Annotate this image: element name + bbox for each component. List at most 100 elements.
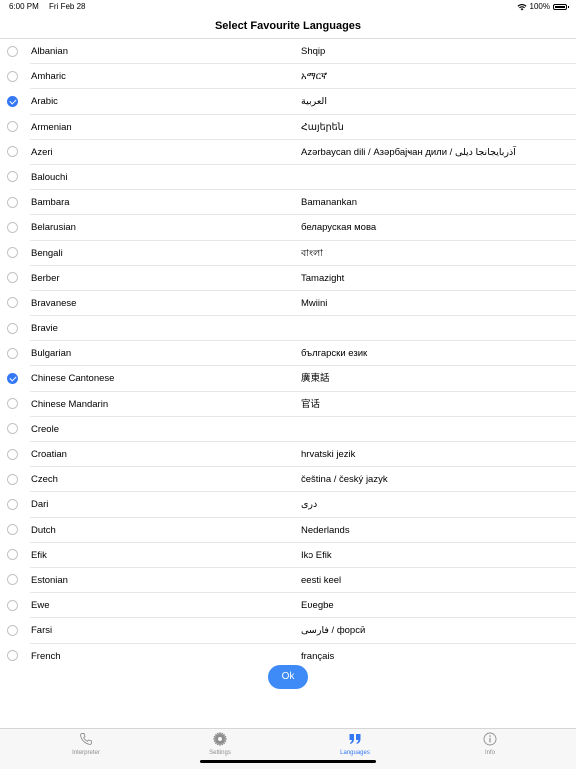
checkmark-empty-icon[interactable]	[7, 599, 18, 611]
gear-icon	[213, 732, 227, 746]
language-native-name: hrvatski jezik	[301, 449, 356, 460]
page-title: Select Favourite Languages	[214, 20, 362, 32]
checkmark-empty-icon[interactable]	[7, 171, 18, 183]
list-item[interactable]: Arabic العربية	[7, 89, 576, 115]
list-item[interactable]: Ewe Eʋegbe	[7, 593, 576, 619]
checkmark-empty-icon[interactable]	[7, 549, 18, 561]
list-item[interactable]: Belarusian беларуская мова	[7, 215, 576, 241]
list-item[interactable]: French français	[7, 644, 576, 661]
battery-percent: 100%	[529, 2, 550, 11]
list-item[interactable]: Croatian hrvatski jezik	[7, 442, 576, 468]
language-name: Berber	[31, 272, 60, 284]
tab-label: Settings	[209, 750, 231, 756]
language-native-name: čeština / český jazyk	[301, 474, 388, 486]
list-item[interactable]: Farsi فارسی / форсӣ	[7, 618, 576, 644]
info-icon	[483, 732, 497, 746]
checkmark-empty-icon[interactable]	[7, 196, 18, 208]
list-item[interactable]: Balouchi	[7, 165, 576, 191]
language-name: Azeri	[31, 146, 53, 158]
list-item[interactable]: Armenian Հայերեն	[7, 115, 576, 140]
tab-info[interactable]: Info	[440, 732, 540, 762]
list-item[interactable]: Albanian Shqip	[7, 39, 576, 65]
ok-button[interactable]: Ok	[268, 665, 308, 689]
language-name: Efik	[31, 549, 47, 561]
language-name: Bravie	[31, 323, 58, 335]
tab-interpreter[interactable]: Interpreter	[36, 732, 136, 762]
checkmark-empty-icon[interactable]	[7, 221, 18, 233]
list-item[interactable]: Creole	[7, 417, 576, 442]
language-name: Armenian	[31, 121, 72, 133]
list-item[interactable]: Azeri Azərbaycan dili / Азәрбајҹан дили /…	[7, 140, 576, 165]
language-name: Farsi	[31, 625, 53, 637]
tab-languages[interactable]: Languages	[305, 732, 405, 762]
wifi-icon	[517, 4, 527, 11]
language-native-name: Ikɔ Efik	[301, 549, 332, 561]
checkmark-empty-icon[interactable]	[7, 322, 18, 334]
list-item[interactable]: Bengali বাংলা	[7, 241, 576, 266]
list-item[interactable]: Efik Ikɔ Efik	[7, 543, 576, 568]
checkmark-empty-icon[interactable]	[7, 70, 18, 82]
language-name: Czech	[31, 474, 58, 486]
language-list[interactable]: Albanian Shqip Amharic አማርኛ Arabic العربية Arm…	[0, 38, 576, 661]
checkmark-empty-icon[interactable]	[7, 347, 18, 359]
language-native-name: 官话	[301, 398, 321, 410]
status-right: 100%	[517, 0, 569, 14]
list-item[interactable]: Czech čeština / český jazyk	[7, 467, 576, 493]
checkmark-empty-icon[interactable]	[7, 121, 18, 133]
tab-label: Languages	[340, 750, 370, 756]
language-name: Croatian	[31, 449, 67, 460]
list-item[interactable]: Bambara Bamanankan	[7, 190, 576, 216]
quote-icon	[349, 734, 361, 744]
checkmark-empty-icon[interactable]	[7, 624, 18, 636]
status-time: 6:00 PM	[9, 2, 39, 11]
tab-label: Interpreter	[72, 750, 100, 756]
checkmark-empty-icon[interactable]	[7, 247, 18, 258]
phone-icon	[80, 733, 92, 745]
checkmark-empty-icon[interactable]	[7, 398, 18, 410]
list-item[interactable]: Dari دری	[7, 492, 576, 518]
status-left: 6:00 PM Fri Feb 28	[9, 0, 94, 14]
list-item[interactable]: Amharic አማርኛ	[7, 64, 576, 90]
language-name: Belarusian	[31, 222, 76, 234]
language-native-name: فارسی / форсӣ	[301, 625, 366, 637]
language-name: Balouchi	[31, 171, 68, 183]
language-name: Amharic	[31, 71, 66, 83]
list-item[interactable]: Bulgarian български език	[7, 341, 576, 367]
checkmark-empty-icon[interactable]	[7, 45, 18, 57]
language-native-name: বাংলা	[301, 247, 323, 259]
checkmark-empty-icon[interactable]	[7, 297, 18, 309]
language-native-name: Bamanankan	[301, 197, 357, 209]
checkmark-empty-icon[interactable]	[7, 423, 18, 435]
language-name: Dari	[31, 499, 49, 511]
battery-icon	[553, 4, 569, 10]
language-native-name: Հայերեն	[301, 121, 344, 133]
checkmark-selected-icon[interactable]	[7, 372, 18, 384]
list-item[interactable]: Estonian eesti keel	[7, 568, 576, 594]
language-native-name: eesti keel	[301, 574, 342, 586]
list-item[interactable]: Dutch Nederlands	[7, 518, 576, 543]
language-name: Dutch	[31, 524, 56, 536]
checkmark-empty-icon[interactable]	[7, 146, 18, 158]
list-item[interactable]: Bravie	[7, 316, 576, 342]
language-native-name: Shqip	[301, 46, 326, 57]
language-name: Chinese Mandarin	[31, 398, 109, 410]
checkmark-selected-icon[interactable]	[7, 95, 18, 107]
status-bar: 6:00 PM Fri Feb 28 100%	[0, 0, 576, 14]
language-name: Estonian	[31, 574, 68, 586]
language-name: Ewe	[31, 600, 50, 612]
checkmark-empty-icon[interactable]	[7, 574, 18, 586]
list-item[interactable]: Bravanese Mwiini	[7, 291, 576, 317]
checkmark-empty-icon[interactable]	[7, 473, 18, 485]
checkmark-empty-icon[interactable]	[7, 524, 18, 536]
checkmark-empty-icon[interactable]	[7, 650, 18, 661]
checkmark-empty-icon[interactable]	[7, 272, 18, 284]
list-item[interactable]: Chinese Cantonese 廣東話	[7, 366, 576, 392]
tab-settings[interactable]: Settings	[170, 732, 270, 762]
language-native-name: Nederlands	[301, 524, 350, 536]
checkmark-empty-icon[interactable]	[7, 448, 18, 460]
language-name: Bulgarian	[31, 348, 72, 360]
list-item[interactable]: Chinese Mandarin 官话	[7, 392, 576, 417]
language-name: Albanian	[31, 46, 68, 57]
list-item[interactable]: Berber Tamazight	[7, 266, 576, 291]
checkmark-empty-icon[interactable]	[7, 498, 18, 510]
